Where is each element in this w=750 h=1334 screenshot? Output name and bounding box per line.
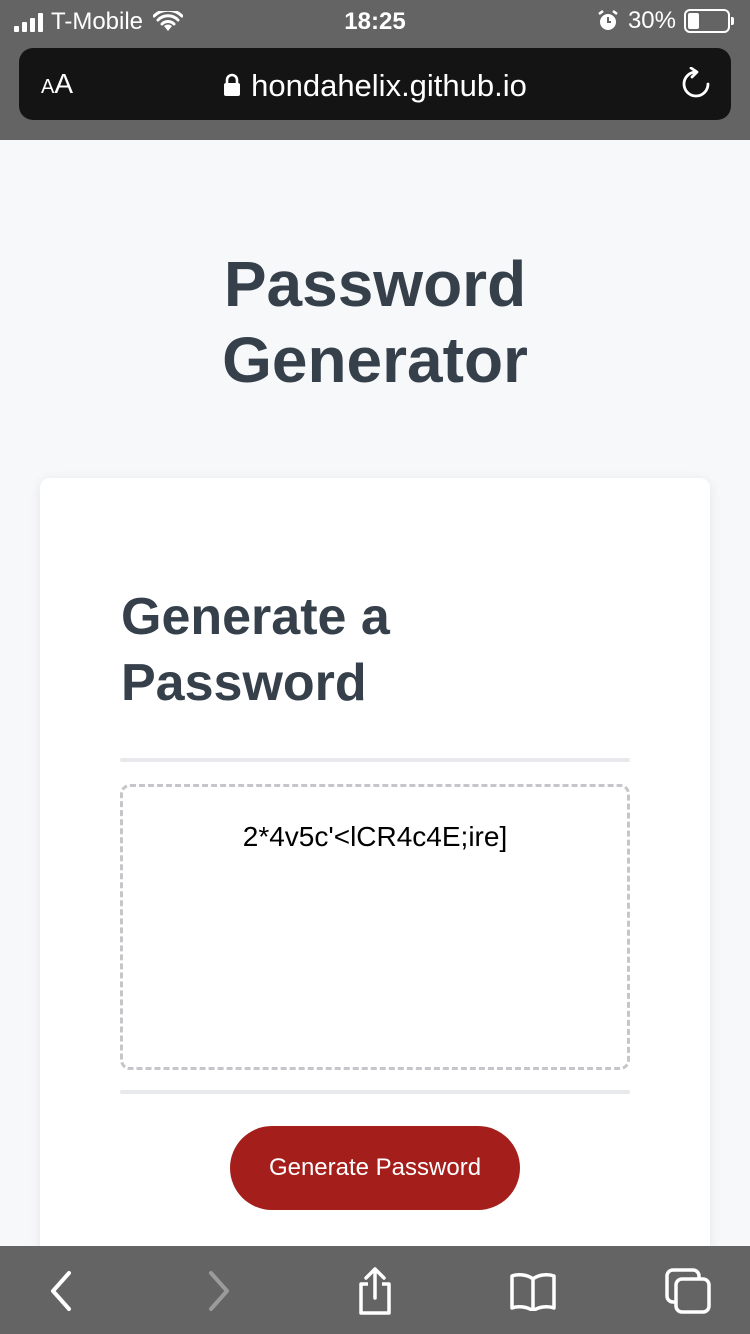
status-bar: T-Mobile 18:25 30% bbox=[0, 0, 750, 42]
url-text: hondahelix.github.io bbox=[251, 68, 527, 103]
bookmarks-icon bbox=[510, 1273, 556, 1311]
divider-top bbox=[120, 758, 630, 762]
alarm-icon bbox=[598, 10, 618, 30]
share-button[interactable] bbox=[347, 1266, 403, 1316]
password-output[interactable]: 2*4v5c'<lCR4c4E;ire] bbox=[120, 784, 630, 1070]
address-bar[interactable]: AA hondahelix.github.io bbox=[19, 48, 731, 120]
back-icon bbox=[51, 1271, 71, 1311]
bookmarks-button[interactable] bbox=[505, 1266, 561, 1316]
back-button[interactable] bbox=[34, 1266, 90, 1316]
card-title: Generate a Password bbox=[121, 588, 390, 712]
browser-chrome: AA hondahelix.github.io bbox=[0, 42, 750, 140]
browser-toolbar bbox=[0, 1246, 750, 1334]
share-icon bbox=[359, 1267, 391, 1315]
forward-icon bbox=[209, 1271, 229, 1311]
tabs-icon bbox=[665, 1268, 711, 1314]
page-title: Password Generator bbox=[222, 248, 528, 396]
status-right: 30% bbox=[596, 7, 734, 35]
generate-password-button[interactable]: Generate Password bbox=[230, 1126, 520, 1210]
divider-bottom bbox=[120, 1090, 630, 1094]
tabs-button[interactable] bbox=[660, 1266, 716, 1316]
battery-icon bbox=[684, 9, 734, 33]
url-display[interactable]: hondahelix.github.io bbox=[19, 68, 731, 104]
generator-card: Generate a Password 2*4v5c'<lCR4c4E;ire]… bbox=[40, 478, 710, 1278]
reload-icon[interactable] bbox=[679, 67, 713, 101]
battery-percent: 30% bbox=[627, 7, 676, 34]
forward-button[interactable] bbox=[190, 1266, 246, 1316]
lock-icon bbox=[224, 73, 241, 96]
